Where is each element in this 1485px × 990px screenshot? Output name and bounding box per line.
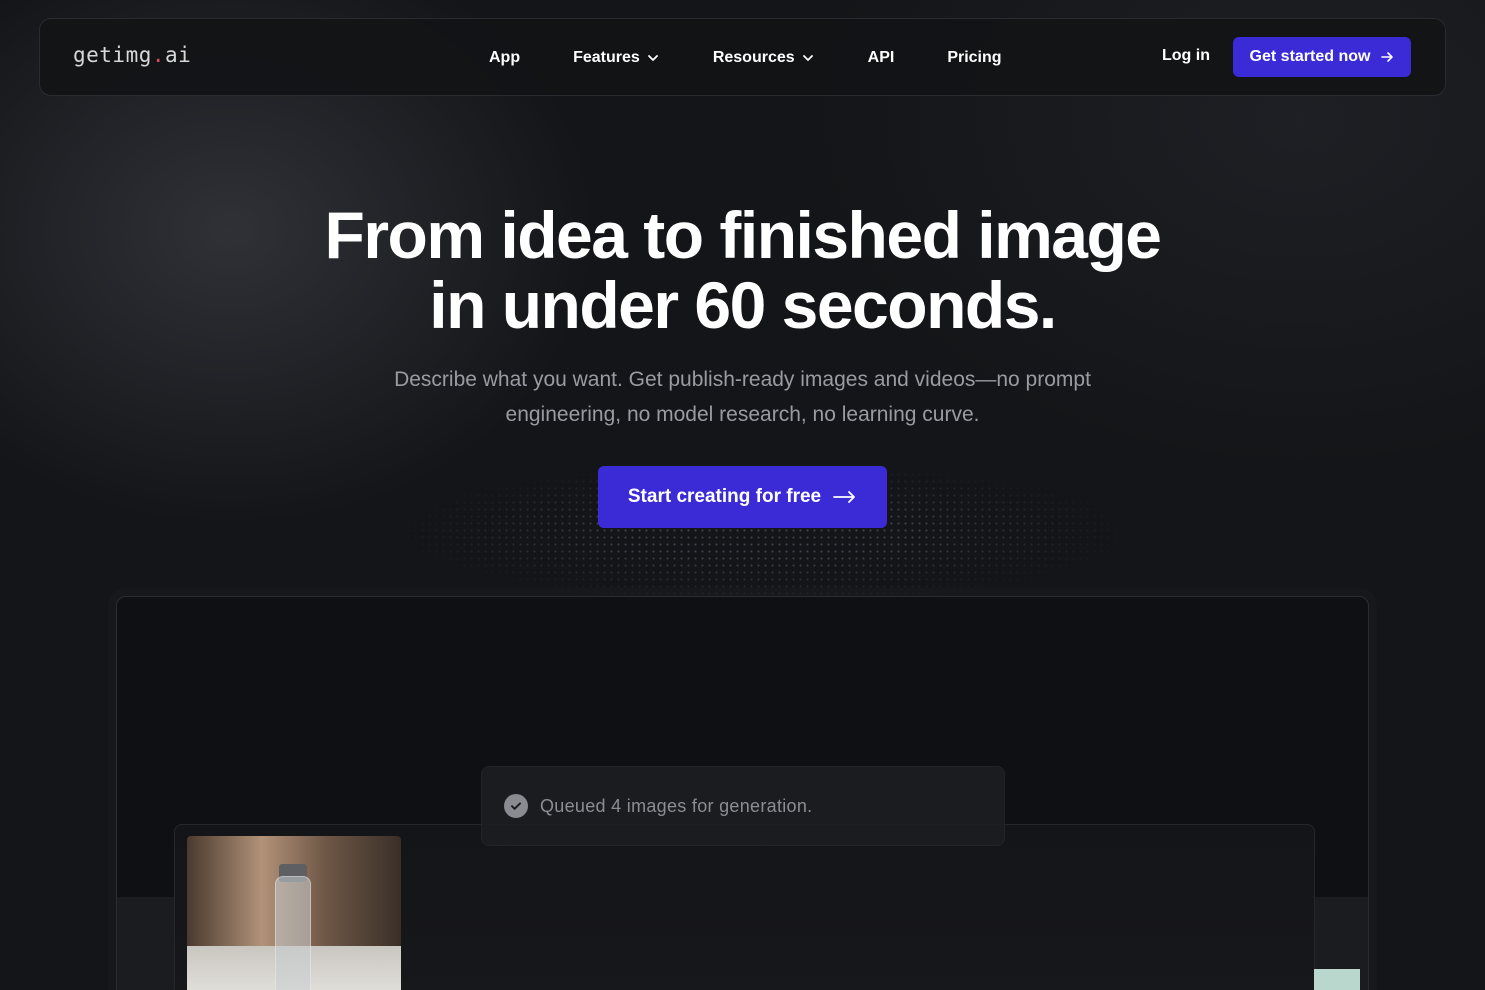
main-menu: App Features Resources API Pricing — [489, 19, 1002, 97]
hero-title: From idea to finished image in under 60 … — [324, 198, 1162, 342]
start-creating-button[interactable]: Start creating for free — [598, 466, 887, 528]
nav-item-resources[interactable]: Resources — [713, 49, 815, 67]
long-arrow-right-icon — [833, 491, 856, 503]
generated-image-thumbnail[interactable] — [187, 836, 401, 990]
bottle-shape — [275, 876, 311, 990]
generation-panel — [174, 824, 1315, 990]
arrow-right-icon — [1381, 52, 1394, 62]
check-circle-icon — [504, 794, 528, 818]
nav-item-app[interactable]: App — [489, 49, 520, 67]
generation-toast: Queued 4 images for generation. — [481, 766, 1005, 846]
logo-dot: . — [151, 43, 166, 67]
nav-item-pricing[interactable]: Pricing — [947, 49, 1001, 67]
chevron-down-icon — [647, 55, 658, 61]
logo[interactable]: getimg.ai — [73, 43, 191, 67]
hero-subtitle: Describe what you want. Get publish-read… — [394, 368, 1091, 426]
chevron-down-icon — [802, 55, 813, 61]
preview-color-swatch — [1314, 969, 1360, 990]
nav-item-features[interactable]: Features — [573, 49, 660, 67]
top-navbar: getimg.ai App Features Resources API Pri… — [39, 18, 1446, 96]
get-started-button[interactable]: Get started now — [1233, 37, 1411, 77]
login-link[interactable]: Log in — [1162, 47, 1210, 65]
toast-message: Queued 4 images for generation. — [540, 795, 813, 816]
nav-item-api[interactable]: API — [868, 49, 895, 67]
